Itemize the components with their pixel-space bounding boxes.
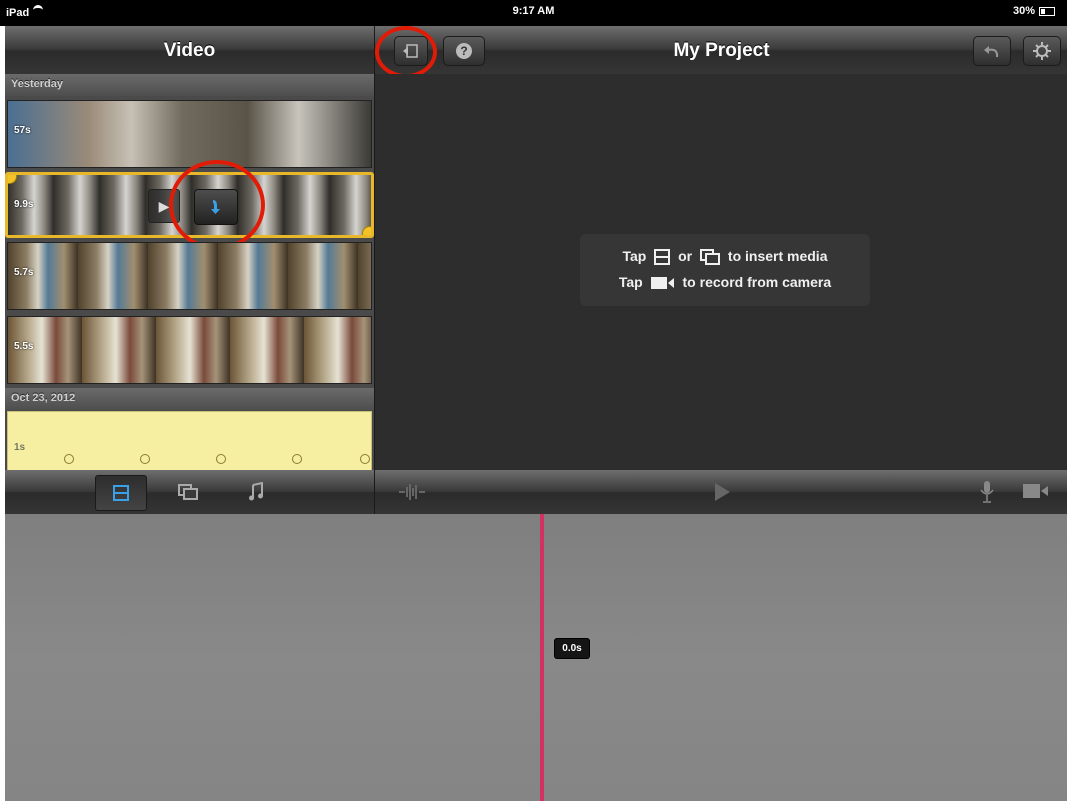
video-clip[interactable]: 57s: [7, 100, 372, 168]
camera-icon: [650, 277, 674, 290]
imovie-app: Video ? My Project Yesterday 57s 9.9s ▶ …: [5, 26, 1067, 801]
hint-record: Tap to record from camera: [580, 274, 870, 290]
trim-handle-start[interactable]: [8, 175, 17, 184]
clip-duration: 5.7s: [14, 267, 34, 278]
browser-title: Video: [163, 40, 216, 61]
gear-icon: [1033, 42, 1051, 60]
video-tab[interactable]: [95, 475, 147, 511]
status-bar: iPad 9:17 AM 30%: [0, 0, 1067, 26]
clip-duration: 57s: [14, 125, 31, 136]
play-button[interactable]: [713, 482, 731, 507]
hint-word: Tap: [622, 248, 647, 264]
settings-button[interactable]: [1023, 36, 1061, 66]
photos-icon: [700, 249, 721, 266]
clip-duration: 5.5s: [14, 341, 34, 352]
project-viewer: Tap or to insert media Tap to record fro…: [374, 74, 1067, 470]
battery-icon: [1039, 6, 1055, 16]
video-browser-icon: [654, 249, 671, 266]
record-camera-button[interactable]: [1023, 483, 1049, 504]
microphone-icon: [980, 481, 994, 503]
project-title: My Project: [673, 40, 770, 61]
project-header: ? My Project: [374, 26, 1067, 78]
location-pin-icon: [64, 454, 74, 464]
browser-header: Video: [5, 26, 374, 75]
video-clip[interactable]: 1s: [7, 411, 372, 470]
video-clip[interactable]: 5.5s: [7, 316, 372, 384]
battery-label: 30%: [1012, 5, 1035, 17]
location-pin-icon: [140, 454, 150, 464]
playhead-time: 0.0s: [554, 638, 590, 659]
status-time: 9:17 AM: [512, 5, 555, 17]
location-pin-icon: [360, 454, 370, 464]
audio-waveform-button[interactable]: [397, 482, 427, 507]
video-clip[interactable]: 5.7s: [7, 242, 372, 310]
location-pin-icon: [292, 454, 302, 464]
timeline-toolbar: [374, 470, 1067, 515]
trim-handle-end[interactable]: [362, 226, 371, 235]
status-battery: 30%: [1013, 5, 1055, 17]
record-voiceover-button[interactable]: [980, 480, 994, 509]
location-pin-icon: [216, 454, 226, 464]
undo-icon: [984, 46, 999, 58]
hint-text: to insert media: [727, 248, 828, 264]
film-strip-icon: [113, 485, 129, 501]
play-icon: [715, 483, 730, 501]
project-timeline[interactable]: 0.0s: [5, 514, 1067, 801]
media-browser: Yesterday 57s 9.9s ▶ 5.7s 5.5s Oct 23, 2…: [5, 74, 374, 470]
browser-toolbar: [5, 470, 374, 515]
hint-word: Tap: [618, 274, 643, 290]
music-note-icon: [249, 482, 263, 501]
hint-insert-media: Tap or to insert media: [580, 248, 870, 266]
photos-tab[interactable]: [163, 475, 213, 509]
audio-tab[interactable]: [231, 475, 281, 509]
play-icon: ▶: [158, 197, 170, 214]
waveform-icon: [399, 484, 425, 500]
highlight-ring: [169, 160, 265, 250]
section-header: Oct 23, 2012: [5, 388, 374, 410]
camera-icon: [1023, 484, 1048, 498]
empty-project-hint: Tap or to insert media Tap to record fro…: [580, 234, 870, 306]
section-header: Yesterday: [5, 74, 374, 96]
hint-text: to record from camera: [682, 274, 832, 290]
clip-duration: 9.9s: [14, 199, 34, 210]
clip-duration: 1s: [14, 442, 26, 453]
playhead: [540, 514, 544, 801]
photos-icon: [178, 484, 198, 500]
section-label: Oct 23, 2012: [11, 392, 76, 404]
hint-word: or: [678, 248, 693, 264]
section-label: Yesterday: [11, 78, 63, 90]
undo-button[interactable]: [973, 36, 1011, 66]
